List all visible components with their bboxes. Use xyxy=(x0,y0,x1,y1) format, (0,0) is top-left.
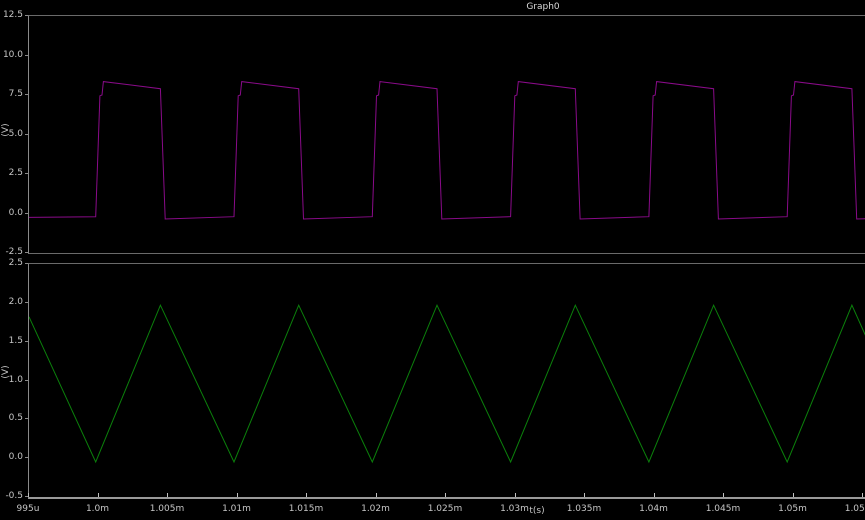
y-tick-label: 1.5 xyxy=(0,337,23,346)
triangle-wave-plot-area[interactable] xyxy=(28,263,865,499)
waveform-viewer-window: Graph0 (V) (V) 12.510.07.55.02.50.0-2.5 … xyxy=(0,0,865,520)
x-tick-mark xyxy=(306,493,307,497)
y-tick-label: 2.0 xyxy=(0,298,23,307)
x-tick-mark xyxy=(445,493,446,497)
x-tick-mark xyxy=(98,493,99,497)
x-tick-mark xyxy=(584,493,585,497)
x-tick-mark xyxy=(723,493,724,497)
y-tick-mark xyxy=(25,213,28,214)
triangle-wave-trace xyxy=(29,305,865,462)
graph-title: Graph0 xyxy=(526,2,559,12)
y-tick-label: 7.5 xyxy=(0,90,23,99)
x-tick-label: 1.0m xyxy=(76,504,120,514)
x-tick-mark xyxy=(793,493,794,497)
y-tick-label: 0.0 xyxy=(0,209,23,218)
y-tick-mark xyxy=(25,134,28,135)
y-tick-label: 2.5 xyxy=(0,169,23,178)
x-tick-mark xyxy=(376,493,377,497)
y-tick-label: 1.0 xyxy=(0,376,23,385)
x-tick-label: 1.045m xyxy=(701,504,745,514)
y-tick-label: 0.0 xyxy=(0,453,23,462)
x-axis-label: t(s) xyxy=(529,506,544,516)
x-tick-label: 1.025m xyxy=(423,504,467,514)
y-tick-label: -0.5 xyxy=(0,492,23,501)
y-tick-mark xyxy=(25,252,28,253)
x-tick-mark xyxy=(167,493,168,497)
square-wave-trace xyxy=(29,82,865,219)
y-tick-mark xyxy=(25,302,28,303)
y-tick-mark xyxy=(25,15,28,16)
square-wave-plot-area[interactable] xyxy=(28,15,865,254)
y-tick-mark xyxy=(25,341,28,342)
square-wave-chart xyxy=(29,16,865,253)
y-tick-mark xyxy=(25,263,28,264)
y-tick-label: 0.5 xyxy=(0,414,23,423)
x-tick-label: 1.01m xyxy=(215,504,259,514)
x-tick-label: 1.02m xyxy=(354,504,398,514)
y-tick-label: 12.5 xyxy=(0,11,23,20)
triangle-wave-chart xyxy=(29,264,865,497)
y-tick-mark xyxy=(25,173,28,174)
x-tick-label: 1.035m xyxy=(562,504,606,514)
x-tick-mark xyxy=(237,493,238,497)
y-tick-label: 10.0 xyxy=(0,51,23,60)
x-tick-label: 1.055m xyxy=(840,504,865,514)
x-tick-label: 1.005m xyxy=(145,504,189,514)
x-tick-mark xyxy=(654,493,655,497)
y-tick-label: 2.5 xyxy=(0,259,23,268)
y-tick-label: 5.0 xyxy=(0,130,23,139)
x-tick-mark xyxy=(862,493,863,497)
x-tick-label: 1.05m xyxy=(771,504,815,514)
y-tick-mark xyxy=(25,380,28,381)
x-tick-label: 1.04m xyxy=(632,504,676,514)
x-tick-label: 995u xyxy=(6,504,50,514)
x-tick-mark xyxy=(515,493,516,497)
x-tick-label: 1.015m xyxy=(284,504,328,514)
x-tick-mark xyxy=(28,493,29,497)
y-tick-mark xyxy=(25,457,28,458)
y-tick-label: -2.5 xyxy=(0,248,23,257)
y-tick-mark xyxy=(25,55,28,56)
y-tick-mark xyxy=(25,418,28,419)
y-tick-mark xyxy=(25,94,28,95)
